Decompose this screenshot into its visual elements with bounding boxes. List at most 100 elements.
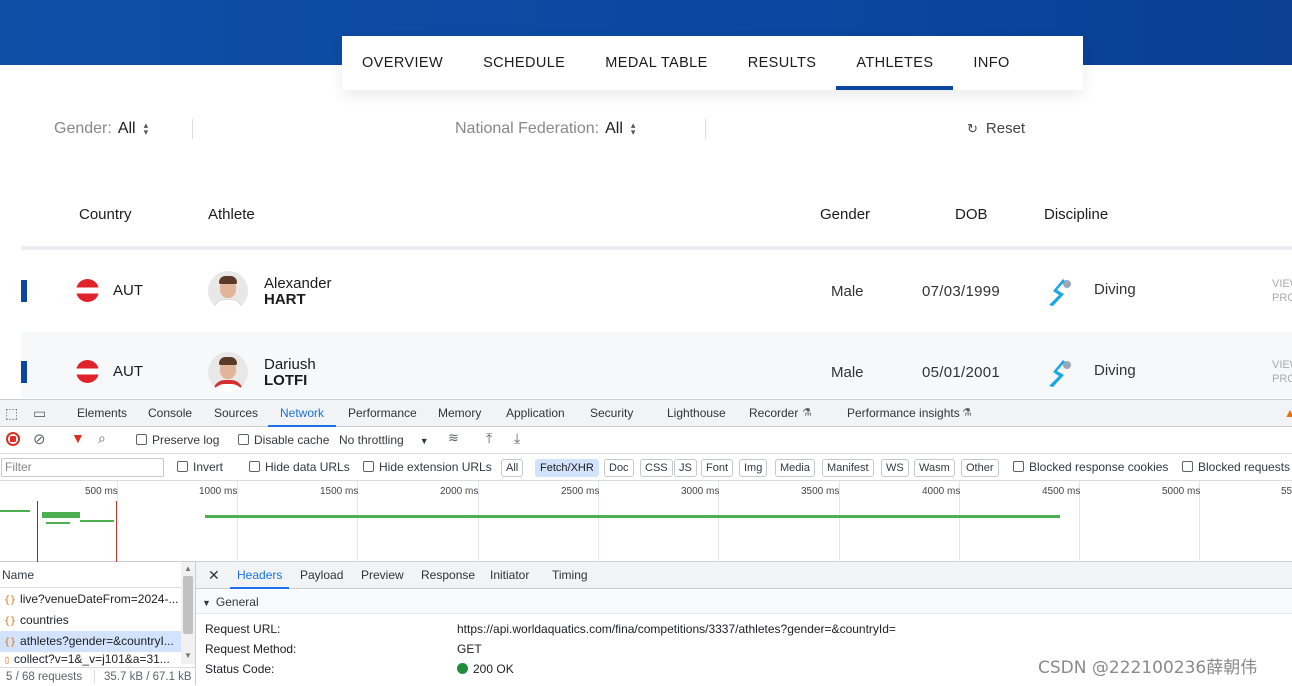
view-profile-link[interactable]: VIEW PROFILE xyxy=(1272,358,1292,386)
devtools-tab-console[interactable]: Console xyxy=(148,400,192,427)
type-filter-font[interactable]: Font xyxy=(701,459,734,477)
tab-overview[interactable]: OVERVIEW xyxy=(342,36,463,90)
request-name: countries xyxy=(20,613,69,627)
filter-icon[interactable]: ▼ xyxy=(71,430,85,446)
sort-arrows-icon: ▴ ▾ xyxy=(143,120,149,137)
devtools-panel: ⬚ ▭ Elements Console Sources Network Per… xyxy=(0,399,1292,685)
triangle-down-icon: ▼ xyxy=(202,598,211,608)
preserve-log-checkbox[interactable]: Preserve log xyxy=(136,433,219,447)
throttling-select[interactable]: No throttling ▼ xyxy=(339,433,429,447)
hide-extension-urls-checkbox[interactable]: Hide extension URLs xyxy=(363,460,492,474)
tab-info[interactable]: INFO xyxy=(953,36,1029,90)
athlete-first-name[interactable]: Alexander xyxy=(264,275,332,292)
athlete-last-name[interactable]: HART xyxy=(264,291,306,308)
devtools-tab-recorder[interactable]: Recorder xyxy=(749,400,798,427)
tab-medal-table[interactable]: MEDAL TABLE xyxy=(585,36,727,90)
status-code-text: 200 OK xyxy=(473,662,514,676)
search-icon[interactable]: ⌕ xyxy=(98,430,106,447)
clear-icon[interactable]: ⊘ xyxy=(33,430,46,448)
network-conditions-icon[interactable]: ≋ xyxy=(448,430,459,446)
details-tab-preview[interactable]: Preview xyxy=(361,562,404,589)
summary-divider xyxy=(94,670,95,683)
reset-button[interactable]: ↻ Reset xyxy=(967,120,1025,137)
federation-filter[interactable]: National Federation: All ▴ ▾ xyxy=(455,120,635,138)
network-overview-timeline[interactable]: 500 ms 1000 ms 1500 ms 2000 ms 2500 ms 3… xyxy=(0,481,1292,562)
view-profile-link[interactable]: VIEW PROFILE xyxy=(1272,277,1292,305)
devtools-tab-network[interactable]: Network xyxy=(268,400,337,427)
request-row[interactable]: {} live?venueDateFrom=2024-... xyxy=(0,589,181,610)
blocked-cookies-checkbox[interactable]: Blocked response cookies xyxy=(1013,460,1168,474)
type-filter-other[interactable]: Other xyxy=(961,459,999,477)
invert-checkbox[interactable]: Invert xyxy=(177,460,223,474)
sort-arrows-icon: ▴ ▾ xyxy=(630,120,636,137)
filter-divider xyxy=(705,119,706,139)
athlete-first-name[interactable]: Dariush xyxy=(264,356,316,373)
athlete-gender: Male xyxy=(831,364,864,381)
scroll-up-icon[interactable]: ▲ xyxy=(184,564,192,573)
athlete-dob: 05/01/2001 xyxy=(922,364,1001,381)
austria-flag-icon xyxy=(76,279,99,302)
avatar xyxy=(208,271,248,311)
request-url-label: Request URL: xyxy=(205,622,281,636)
athlete-gender: Male xyxy=(831,283,864,300)
request-row[interactable]: ▯ collect?v=1&_v=j101&a=31... xyxy=(0,652,181,666)
tab-schedule[interactable]: SCHEDULE xyxy=(463,36,585,90)
devtools-tab-performance-insights[interactable]: Performance insights xyxy=(847,400,960,427)
devtools-tab-memory[interactable]: Memory xyxy=(438,400,481,427)
general-section-header[interactable]: ▼ General xyxy=(196,590,1292,614)
details-tab-bar: ✕ Headers Payload Preview Response Initi… xyxy=(196,562,1292,589)
devtools-tab-security[interactable]: Security xyxy=(590,400,633,427)
general-section-title: General xyxy=(215,595,259,609)
table-row[interactable]: AUT Alexander HART Male 07/03/1999 Divin… xyxy=(21,251,1292,331)
import-har-icon[interactable]: ⤒ xyxy=(486,430,492,447)
details-tab-headers[interactable]: Headers xyxy=(230,562,290,589)
name-column-header[interactable]: Name xyxy=(0,562,181,588)
type-filter-media[interactable]: Media xyxy=(775,459,815,477)
export-har-icon[interactable]: ⤓ xyxy=(514,430,520,447)
gender-filter-label: Gender: xyxy=(54,120,112,137)
type-filter-css[interactable]: CSS xyxy=(640,459,673,477)
scroll-down-icon[interactable]: ▼ xyxy=(184,651,192,660)
devtools-tab-performance[interactable]: Performance xyxy=(348,400,417,427)
filter-divider xyxy=(192,119,193,139)
type-filter-ws[interactable]: WS xyxy=(881,459,909,477)
gender-filter[interactable]: Gender: All ▴ ▾ xyxy=(54,120,148,138)
blocked-requests-checkbox[interactable]: Blocked requests xyxy=(1182,460,1290,474)
tab-results[interactable]: RESULTS xyxy=(728,36,837,90)
details-tab-response[interactable]: Response xyxy=(421,562,475,589)
gender-filter-value: All xyxy=(117,120,136,137)
athlete-discipline: Diving xyxy=(1094,362,1136,379)
tab-athletes[interactable]: ATHLETES xyxy=(836,36,954,90)
scrollbar-thumb[interactable] xyxy=(183,576,193,634)
device-toolbar-icon[interactable]: ▭ xyxy=(33,400,46,427)
devtools-tab-bar: ⬚ ▭ Elements Console Sources Network Per… xyxy=(0,400,1292,427)
details-tab-timing[interactable]: Timing xyxy=(552,562,588,589)
close-icon[interactable]: ✕ xyxy=(208,562,220,589)
inspect-element-icon[interactable]: ⬚ xyxy=(5,400,18,427)
request-list-scrollbar[interactable]: ▲ ▼ xyxy=(181,562,195,664)
devtools-tab-elements[interactable]: Elements xyxy=(77,400,127,427)
timeline-tick-label: 5000 ms xyxy=(1162,486,1201,497)
type-filter-all[interactable]: All xyxy=(501,459,524,477)
network-filter-input[interactable]: Filter xyxy=(1,458,164,477)
table-row[interactable]: AUT Dariush LOTFI Male 05/01/2001 Diving… xyxy=(21,332,1292,398)
type-filter-img[interactable]: Img xyxy=(739,459,768,477)
hide-data-urls-checkbox[interactable]: Hide data URLs xyxy=(249,460,350,474)
details-tab-payload[interactable]: Payload xyxy=(300,562,343,589)
type-filter-fetch-xhr[interactable]: Fetch/XHR xyxy=(535,459,599,477)
type-filter-wasm[interactable]: Wasm xyxy=(914,459,955,477)
type-filter-manifest[interactable]: Manifest xyxy=(822,459,874,477)
type-filter-doc[interactable]: Doc xyxy=(604,459,634,477)
warning-icon[interactable]: ▲ xyxy=(1284,400,1292,427)
devtools-tab-sources[interactable]: Sources xyxy=(214,400,258,427)
request-row[interactable]: {} countries xyxy=(0,610,181,631)
devtools-tab-application[interactable]: Application xyxy=(506,400,565,427)
athlete-last-name[interactable]: LOTFI xyxy=(264,372,307,389)
disable-cache-checkbox[interactable]: Disable cache xyxy=(238,433,329,447)
record-stop-icon[interactable] xyxy=(6,432,20,446)
devtools-tab-lighthouse[interactable]: Lighthouse xyxy=(667,400,726,427)
timeline-bar xyxy=(46,522,70,524)
details-tab-initiator[interactable]: Initiator xyxy=(490,562,529,589)
type-filter-js[interactable]: JS xyxy=(674,459,697,477)
request-row[interactable]: {} athletes?gender=&countryI... xyxy=(0,631,181,652)
